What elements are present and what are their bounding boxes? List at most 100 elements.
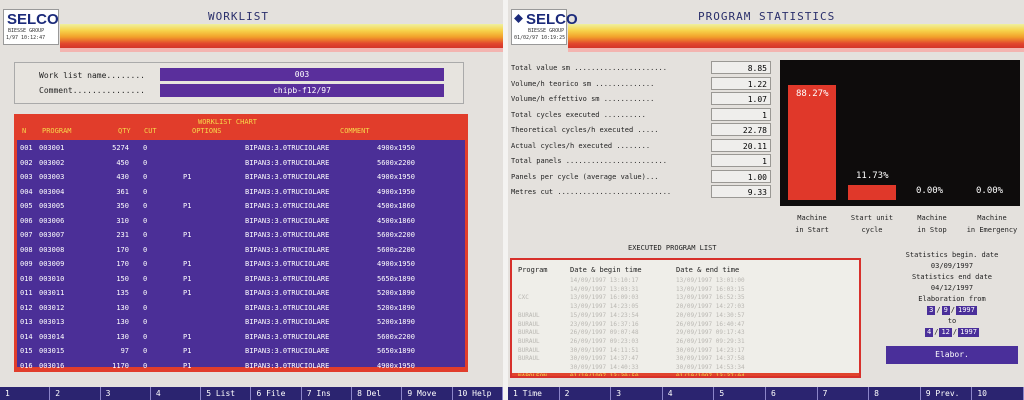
stat-value: 1.00 <box>711 169 771 183</box>
cell-options: P1 <box>183 173 192 181</box>
function-key-10[interactable]: 10 Help <box>453 387 503 400</box>
header-gradient-edge <box>568 48 1024 52</box>
function-key-6[interactable]: 6 File <box>251 387 302 400</box>
cell-size: 5650x1890 <box>377 347 415 355</box>
list-row[interactable]: BURAUL 30/09/1997 14:37:47 30/09/1997 14:3… <box>512 355 859 364</box>
function-key-9[interactable]: 9 Move <box>402 387 453 400</box>
stat-label: Total cycles executed .......... <box>511 110 646 119</box>
cell-size: 4900x1950 <box>377 260 415 268</box>
col-comment: COMMENT <box>340 127 370 135</box>
cell-size: 5200x1890 <box>377 303 415 312</box>
cell-end: 30/09/1997 14:37:58 <box>676 355 745 363</box>
stat-value: 8.85 <box>711 61 771 74</box>
cell-options: P1 <box>183 332 192 341</box>
function-key-8[interactable]: 8 <box>869 387 921 400</box>
cell-program: 003003 <box>39 173 65 181</box>
cell-comment: BIPAN3:3.0TRUCIOLARE <box>245 303 330 312</box>
function-key-4[interactable]: 4 <box>663 387 715 400</box>
function-key-9[interactable]: 9 Prev. <box>921 387 973 400</box>
cell-end: 13/09/1997 16:52:35 <box>676 294 745 302</box>
elaboration-from-label: Elaboration from <box>918 295 986 303</box>
function-key-1[interactable]: 1 Time <box>508 387 560 400</box>
cell-program: BURAUL <box>518 329 540 337</box>
stat-label: Total value sm ...................... <box>511 64 667 72</box>
list-row[interactable]: 14/09/1997 13:10:17 13/09/1997 13:01:00 <box>512 277 859 286</box>
stat-value: 20.11 <box>711 138 771 152</box>
elaboration-to-fields: 4/12/1997 <box>925 328 979 337</box>
begin-date-value: 03/09/1997 <box>930 262 974 270</box>
cell-cut: 0 <box>143 144 148 152</box>
list-row[interactable]: 13/09/1997 14:23:05 20/09/1997 14:27:03 <box>512 303 859 312</box>
cell-qty: 350 <box>116 202 129 210</box>
list-row[interactable]: 30/09/1997 14:40:33 30/09/1997 14:53:34 <box>512 364 859 373</box>
cell-options: P1 <box>183 289 192 297</box>
cell-qty: 130 <box>116 303 129 312</box>
cell-comment: BIPAN3:3.0TRUCIOLARE <box>245 231 330 239</box>
cell-options: P1 <box>183 274 192 283</box>
from-year-field[interactable]: 1997 <box>956 306 977 315</box>
function-key-3[interactable]: 3 <box>611 387 663 400</box>
cell-size: 4900x1950 <box>377 187 415 196</box>
from-month-field[interactable]: 9 <box>941 306 950 315</box>
cell-n: 011 <box>20 289 33 297</box>
function-key-5[interactable]: 5 <box>714 387 766 400</box>
function-key-5[interactable]: 5 List <box>201 387 252 400</box>
end-date-value: 04/12/1997 <box>930 284 974 292</box>
cell-program: 003007 <box>39 231 65 239</box>
list-row[interactable]: BURAUL 26/09/1997 09:07:48 29/09/1997 09:1… <box>512 329 859 338</box>
chart-bar <box>788 85 836 200</box>
cell-size: 5600x2200 <box>377 231 415 239</box>
header-gradient-band <box>60 24 503 50</box>
cell-end: 30/09/1997 14:23:17 <box>676 346 745 354</box>
cell-begin: 30/09/1997 14:40:33 <box>570 364 639 371</box>
cell-n: 005 <box>20 202 33 210</box>
comment-field[interactable]: chipb-f12/97 <box>160 84 444 97</box>
cell-cut: 0 <box>143 158 148 167</box>
list-row[interactable]: BURAUL 15/09/1997 14:23:54 20/09/1997 14:3… <box>512 312 859 321</box>
list-row[interactable]: CXC 13/09/1997 16:09:03 13/09/1997 16:52:3… <box>512 294 859 303</box>
function-key-8[interactable]: 8 Del <box>352 387 403 400</box>
cell-n: 016 <box>20 361 33 370</box>
table-row[interactable]: 016 003016 1170 0 P1 BIPAN3:3.0TRUCIOLARE 4900… <box>17 358 465 374</box>
cell-cut: 0 <box>143 202 148 210</box>
cell-comment: BIPAN3:3.0TRUCIOLARE <box>245 158 330 167</box>
to-year-field[interactable]: 1997 <box>958 328 979 337</box>
elaborate-button[interactable]: Elabor. <box>886 346 1018 364</box>
cell-n: 001 <box>20 144 33 152</box>
cell-comment: BIPAN3:3.0TRUCIOLARE <box>245 260 330 268</box>
cell-end: 26/09/1997 09:29:31 <box>676 337 745 345</box>
function-key-2[interactable]: 2 <box>560 387 612 400</box>
cell-comment: BIPAN3:3.0TRUCIOLARE <box>245 245 330 254</box>
to-day-field[interactable]: 4 <box>925 328 934 337</box>
function-key-10[interactable]: 10 <box>972 387 1024 400</box>
selco-mark-icon <box>514 14 523 23</box>
elaboration-from-fields: 3/9/1997 <box>927 306 977 315</box>
list-row[interactable]: BURAUL 30/09/1997 14:11:51 30/09/1997 14:2… <box>512 347 859 356</box>
function-key-bar: 1 Time 2 3 4 5 6 7 8 9 Prev. 10 <box>508 387 1024 400</box>
selected-list-row[interactable]: NAPOLEON 01/10/1997 13:30:50 01/10/1997 13… <box>512 372 859 376</box>
statistics-panel: SELCO BIESSE GROUP 01/02/97 10:19:25 PRO… <box>508 0 1024 400</box>
worklist-name-field[interactable]: 003 <box>160 68 444 81</box>
list-row[interactable]: BURAUL 23/09/1997 16:37:16 26/09/1997 16:4… <box>512 321 859 330</box>
to-month-field[interactable]: 12 <box>939 328 952 337</box>
header-gradient-edge <box>60 48 503 52</box>
function-key-7[interactable]: 7 Ins <box>302 387 353 400</box>
from-day-field[interactable]: 3 <box>927 306 936 315</box>
function-key-4[interactable]: 4 <box>151 387 202 400</box>
function-key-2[interactable]: 2 <box>50 387 101 400</box>
function-key-7[interactable]: 7 <box>818 387 870 400</box>
cell-cut: 0 <box>143 260 148 268</box>
cell-size: 5600x2200 <box>377 245 415 254</box>
function-key-3[interactable]: 3 <box>101 387 151 400</box>
list-row[interactable]: 14/09/1997 13:03:31 13/09/1997 16:03:15 <box>512 286 859 295</box>
stat-label: Theoretical cycles/h executed ..... <box>511 126 659 134</box>
cell-options: P1 <box>183 202 192 210</box>
cell-qty: 361 <box>116 187 129 196</box>
chart-bar-label: 88.27% <box>796 89 829 100</box>
cell-n: 010 <box>20 274 33 283</box>
cell-program: 003009 <box>39 260 65 268</box>
list-row[interactable]: BURAUL 26/09/1997 09:23:03 26/09/1997 09:2… <box>512 338 859 347</box>
function-key-1[interactable]: 1 <box>0 387 51 400</box>
function-key-6[interactable]: 6 <box>766 387 818 400</box>
cell-n: 003 <box>20 173 33 181</box>
